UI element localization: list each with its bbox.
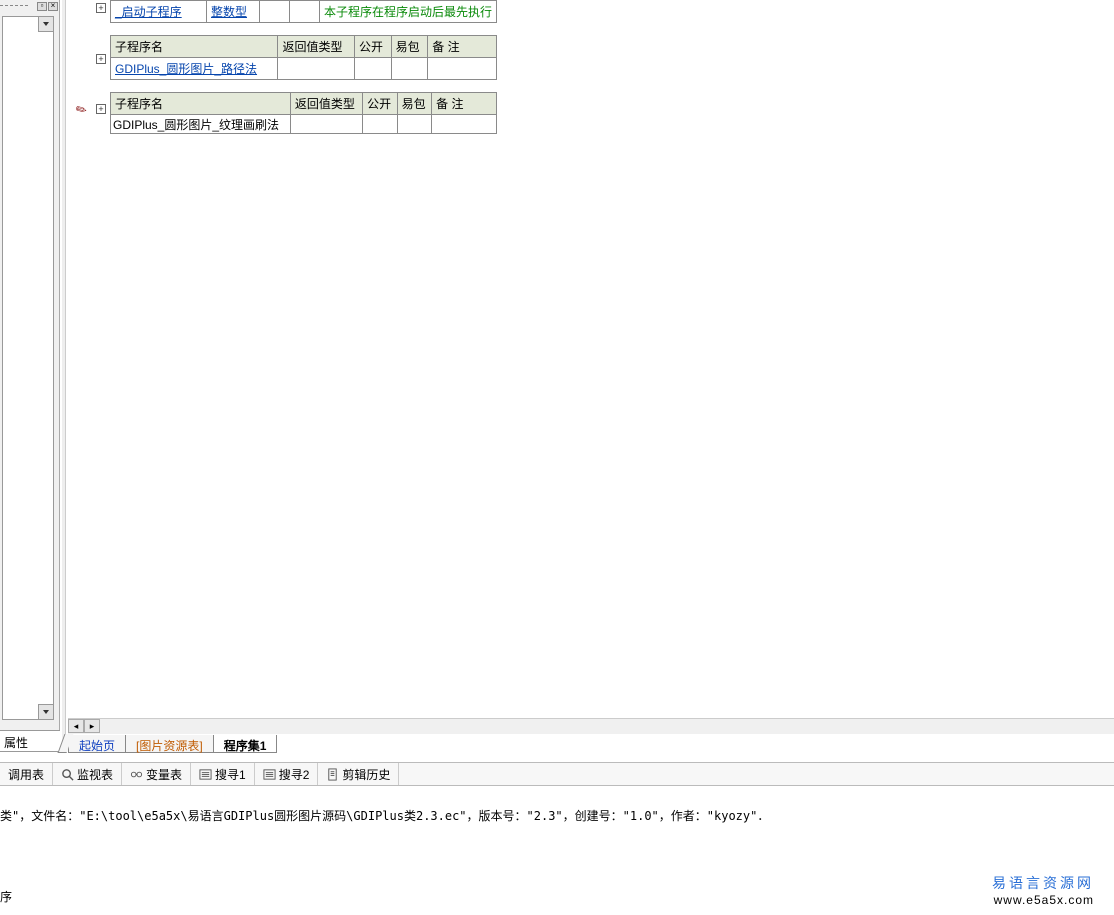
call-table-label: 调用表	[8, 766, 44, 783]
col-pkg: 易包	[391, 36, 428, 58]
search2-label: 搜寻2	[279, 766, 310, 783]
cell-public[interactable]	[355, 58, 392, 80]
sub-name-input[interactable]	[111, 115, 290, 133]
monitor-table-button[interactable]: 监视表	[53, 763, 122, 785]
variable-table-button[interactable]: 变量表	[122, 763, 191, 785]
col-remark: 备 注	[428, 36, 497, 58]
tab-start-page[interactable]: 起始页	[68, 735, 126, 753]
search1-button[interactable]: 搜寻1	[191, 763, 255, 785]
expand-icon[interactable]: +	[96, 104, 106, 114]
vertical-splitter[interactable]	[62, 0, 66, 752]
glasses-icon	[130, 768, 143, 781]
subroutine-row-0: _启动子程序 整数型 本子程序在程序启动后最先执行	[110, 0, 497, 23]
col-name: 子程序名	[111, 36, 278, 58]
monitor-label: 监视表	[77, 766, 113, 783]
output-line2: 序	[0, 888, 12, 905]
h-scrollbar[interactable]: ◂ ▸	[68, 718, 1114, 734]
col-pkg: 易包	[397, 93, 432, 115]
call-table-button[interactable]: 调用表	[0, 763, 53, 785]
variable-label: 变量表	[146, 766, 182, 783]
col-ret: 返回值类型	[290, 93, 362, 115]
expand-icon[interactable]: +	[96, 54, 106, 64]
clip-history-button[interactable]: 剪辑历史	[318, 763, 399, 785]
cell-pkg[interactable]	[397, 115, 432, 134]
scroll-right-icon[interactable]: ▸	[84, 719, 100, 733]
cell-public[interactable]	[363, 115, 398, 134]
scroll-left-icon[interactable]: ◂	[68, 719, 84, 733]
tab-image-resource[interactable]: [图片资源表]	[125, 735, 214, 753]
panel-titlebar: ▫ ×	[0, 0, 59, 12]
sub-name-link[interactable]: GDIPlus_圆形图片_路径法	[115, 62, 257, 76]
properties-tab[interactable]: 属性	[0, 730, 60, 752]
subroutine-table-1: 子程序名 返回值类型 公开 易包 备 注 GDIPlus_圆形图片_路径法	[110, 35, 497, 80]
clip-label: 剪辑历史	[342, 766, 390, 783]
cell-pkg[interactable]	[290, 1, 320, 23]
edit-pencil-icon: ✎	[73, 100, 90, 119]
panel-close-icon[interactable]: ×	[48, 2, 58, 11]
document-icon	[326, 768, 339, 781]
left-dropdown[interactable]	[2, 16, 54, 720]
watermark: 易语言资源网 www.e5a5x.com	[992, 873, 1094, 907]
watermark-cn: 易语言资源网	[992, 873, 1094, 893]
cell-remark[interactable]	[428, 58, 497, 80]
editor-tabs: 起始页 [图片资源表] 程序集1	[68, 735, 276, 755]
cell-public[interactable]	[260, 1, 290, 23]
watermark-en: www.e5a5x.com	[992, 893, 1094, 907]
left-panel: ▫ ×	[0, 0, 60, 730]
cell-pkg[interactable]	[391, 58, 428, 80]
list-icon	[263, 768, 276, 781]
cell-remark: 本子程序在程序启动后最先执行	[324, 5, 492, 19]
col-ret: 返回值类型	[278, 36, 355, 58]
subroutine-table-2: 子程序名 返回值类型 公开 易包 备 注	[110, 92, 497, 134]
list-icon	[199, 768, 212, 781]
col-public: 公开	[355, 36, 392, 58]
col-remark: 备 注	[432, 93, 497, 115]
code-editor-area: + + + ✎ _启动子程序 整数型 本子程序在程序启动后最先执行 子程序名 返…	[68, 0, 1114, 732]
expand-icon[interactable]: +	[96, 3, 106, 13]
search1-label: 搜寻1	[215, 766, 246, 783]
gutter: + + + ✎	[68, 0, 110, 134]
search2-button[interactable]: 搜寻2	[255, 763, 319, 785]
tab-program-set[interactable]: 程序集1	[213, 735, 278, 753]
cell-ret[interactable]	[290, 115, 362, 134]
col-name: 子程序名	[111, 93, 291, 115]
panel-min-icon[interactable]: ▫	[37, 2, 47, 11]
chevron-down-icon[interactable]	[38, 17, 53, 32]
ret-type-link[interactable]: 整数型	[211, 5, 247, 19]
chevron-down-icon[interactable]	[38, 704, 53, 719]
output-line: 类"，文件名："E:\tool\e5a5x\易语言GDIPlus圆形图片源码\G…	[0, 807, 1114, 824]
search-icon	[61, 768, 74, 781]
cell-ret[interactable]	[278, 58, 355, 80]
tables-column: _启动子程序 整数型 本子程序在程序启动后最先执行 子程序名 返回值类型 公开 …	[110, 0, 497, 134]
sub-name-link[interactable]: _启动子程序	[115, 5, 182, 19]
col-public: 公开	[363, 93, 398, 115]
cell-remark[interactable]	[432, 115, 497, 134]
output-panel: 类"，文件名："E:\tool\e5a5x\易语言GDIPlus圆形图片源码\G…	[0, 787, 1114, 915]
bottom-toolbar: 调用表 监视表 变量表 搜寻1 搜寻2 剪辑历史	[0, 762, 1114, 786]
